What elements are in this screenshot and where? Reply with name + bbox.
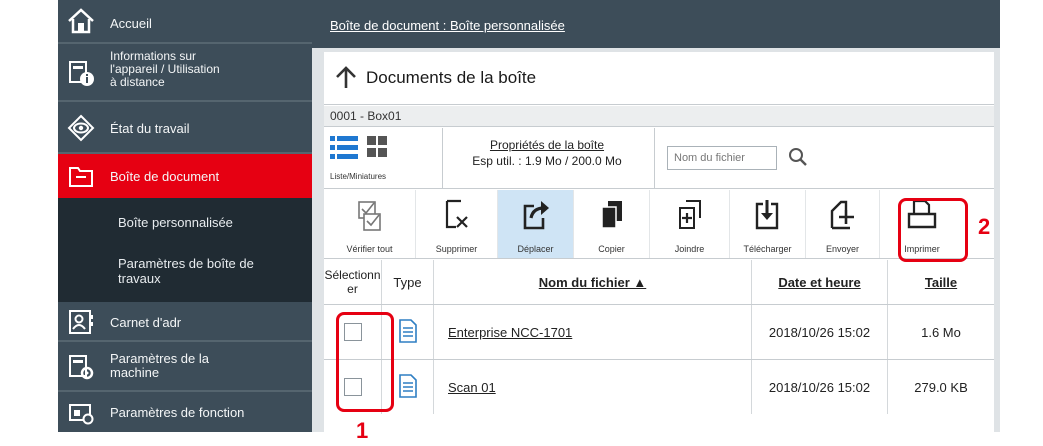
- tool-label: Copier: [598, 244, 625, 254]
- check-all-icon: [355, 198, 385, 237]
- sidebar-item-label: Boîte de document: [110, 169, 220, 184]
- tool-label: Télécharger: [743, 244, 792, 254]
- search-icon[interactable]: [787, 146, 809, 173]
- sidebar-subitem-custom-box[interactable]: Boîte personnalisée: [118, 215, 233, 230]
- function-settings-icon: [66, 398, 96, 428]
- list-view-icon: [330, 136, 387, 159]
- file-date: 2018/10/26 15:02: [752, 360, 888, 414]
- callout-number-1: 1: [356, 418, 369, 443]
- header-date-time[interactable]: Date et heure: [752, 260, 888, 304]
- eye-icon: [66, 113, 96, 143]
- box-properties-link[interactable]: Propriétés de la boîte: [452, 138, 642, 152]
- move-button[interactable]: Déplacer: [498, 190, 574, 258]
- header-select: Sélectionn er: [324, 260, 382, 304]
- sidebar-submenu: Boîte personnalisée Paramètres de boîte …: [58, 198, 312, 302]
- delete-button[interactable]: Supprimer: [416, 190, 498, 258]
- send-icon: [828, 198, 858, 237]
- search-input[interactable]: [667, 146, 777, 170]
- file-date: 2018/10/26 15:02: [752, 305, 888, 359]
- sidebar-item-device-info[interactable]: Informations sur l'appareil / Utilisatio…: [58, 44, 312, 102]
- title-row: Documents de la boîte: [324, 52, 994, 105]
- download-button[interactable]: Télécharger: [730, 190, 806, 258]
- join-icon: [675, 198, 705, 237]
- file-name-link[interactable]: Scan 01: [448, 380, 496, 395]
- check-all-button[interactable]: Vérifier tout: [324, 190, 416, 258]
- sidebar-item-function-settings[interactable]: Paramètres de fonction: [58, 392, 312, 432]
- sidebar-item-machine-settings[interactable]: Paramètres de la machine: [58, 342, 312, 392]
- box-usage: Esp util. : 1.9 Mo / 200.0 Mo: [472, 154, 622, 168]
- toolbar: Vérifier tout Supprimer Déplacer Copier: [324, 190, 994, 259]
- callout-number-2: 2: [978, 214, 991, 239]
- box-properties: Propriétés de la boîte Esp util. : 1.9 M…: [452, 138, 642, 168]
- send-button[interactable]: Envoyer: [806, 190, 880, 258]
- header-type: Type: [382, 260, 434, 304]
- machine-settings-icon: [66, 352, 96, 382]
- file-icon: [398, 373, 417, 401]
- file-size: 1.6 Mo: [921, 324, 961, 340]
- sidebar-item-job-status[interactable]: État du travail: [58, 102, 312, 154]
- download-icon: [753, 198, 783, 237]
- tool-label: Envoyer: [825, 244, 860, 254]
- sidebar-item-document-box[interactable]: Boîte de document: [58, 154, 312, 198]
- sidebar-item-label: Paramètres de fonction: [110, 405, 245, 420]
- sidebar-item-label: État du travail: [110, 121, 190, 136]
- search-area: [654, 128, 995, 188]
- view-options-row: Liste/Miniatures Propriétés de la boîte …: [324, 128, 994, 189]
- join-button[interactable]: Joindre: [650, 190, 730, 258]
- tool-label: Joindre: [674, 244, 705, 254]
- checkbox-highlight: [336, 312, 394, 412]
- file-size: 279.0 KB: [914, 379, 968, 395]
- sidebar-item-home[interactable]: Accueil: [58, 0, 312, 44]
- document-panel: Documents de la boîte 0001 - Box01 Liste…: [324, 52, 994, 432]
- sidebar-item-address-book[interactable]: Carnet d'adr: [58, 302, 312, 342]
- header-size[interactable]: Taille: [888, 260, 994, 304]
- header-file-name[interactable]: Nom du fichier ▲: [434, 260, 752, 304]
- page-title: Documents de la boîte: [366, 68, 537, 87]
- sidebar-item-label: Informations sur l'appareil / Utilisatio…: [110, 49, 220, 89]
- breadcrumb[interactable]: Boîte de document : Boîte personnalisée: [330, 18, 565, 33]
- sidebar: Accueil Informations sur l'appareil / Ut…: [58, 0, 312, 432]
- delete-icon: [442, 198, 472, 237]
- table-row[interactable]: Enterprise NCC-1701 2018/10/26 15:02 1.6…: [324, 305, 994, 360]
- tool-label: Déplacer: [517, 244, 554, 254]
- tool-label: Supprimer: [435, 244, 478, 254]
- list-thumbnail-label: Liste/Miniatures: [330, 172, 387, 181]
- address-book-icon: [66, 307, 96, 337]
- file-name-link[interactable]: Enterprise NCC-1701: [448, 325, 572, 340]
- table-row[interactable]: Scan 01 2018/10/26 15:02 279.0 KB: [324, 360, 994, 414]
- sidebar-subitem-job-box-settings[interactable]: Paramètres de boîte de travaux: [118, 256, 254, 286]
- copy-button[interactable]: Copier: [574, 190, 650, 258]
- sidebar-item-label: Accueil: [110, 16, 152, 31]
- list-thumbnail-toggle[interactable]: Liste/Miniatures: [324, 128, 443, 188]
- home-icon: [66, 6, 96, 36]
- move-icon: [520, 198, 552, 237]
- print-highlight: [898, 198, 968, 262]
- tool-label: Vérifier tout: [346, 244, 393, 254]
- arrow-up-icon[interactable]: [334, 66, 358, 95]
- box-name: 0001 - Box01: [330, 109, 402, 123]
- sidebar-item-label: Carnet d'adr: [110, 315, 182, 330]
- copy-icon: [597, 198, 627, 237]
- sidebar-item-label: Paramètres de la machine: [110, 351, 209, 380]
- table-header: Sélectionn er Type Nom du fichier ▲ Date…: [324, 260, 994, 305]
- box-name-bar: 0001 - Box01: [324, 106, 994, 127]
- folder-icon: [66, 161, 96, 191]
- device-info-icon: [66, 58, 96, 88]
- file-icon: [398, 318, 417, 346]
- main-area: Boîte de document : Boîte personnalisée …: [312, 0, 1000, 432]
- breadcrumb-bar: Boîte de document : Boîte personnalisée: [312, 0, 1000, 48]
